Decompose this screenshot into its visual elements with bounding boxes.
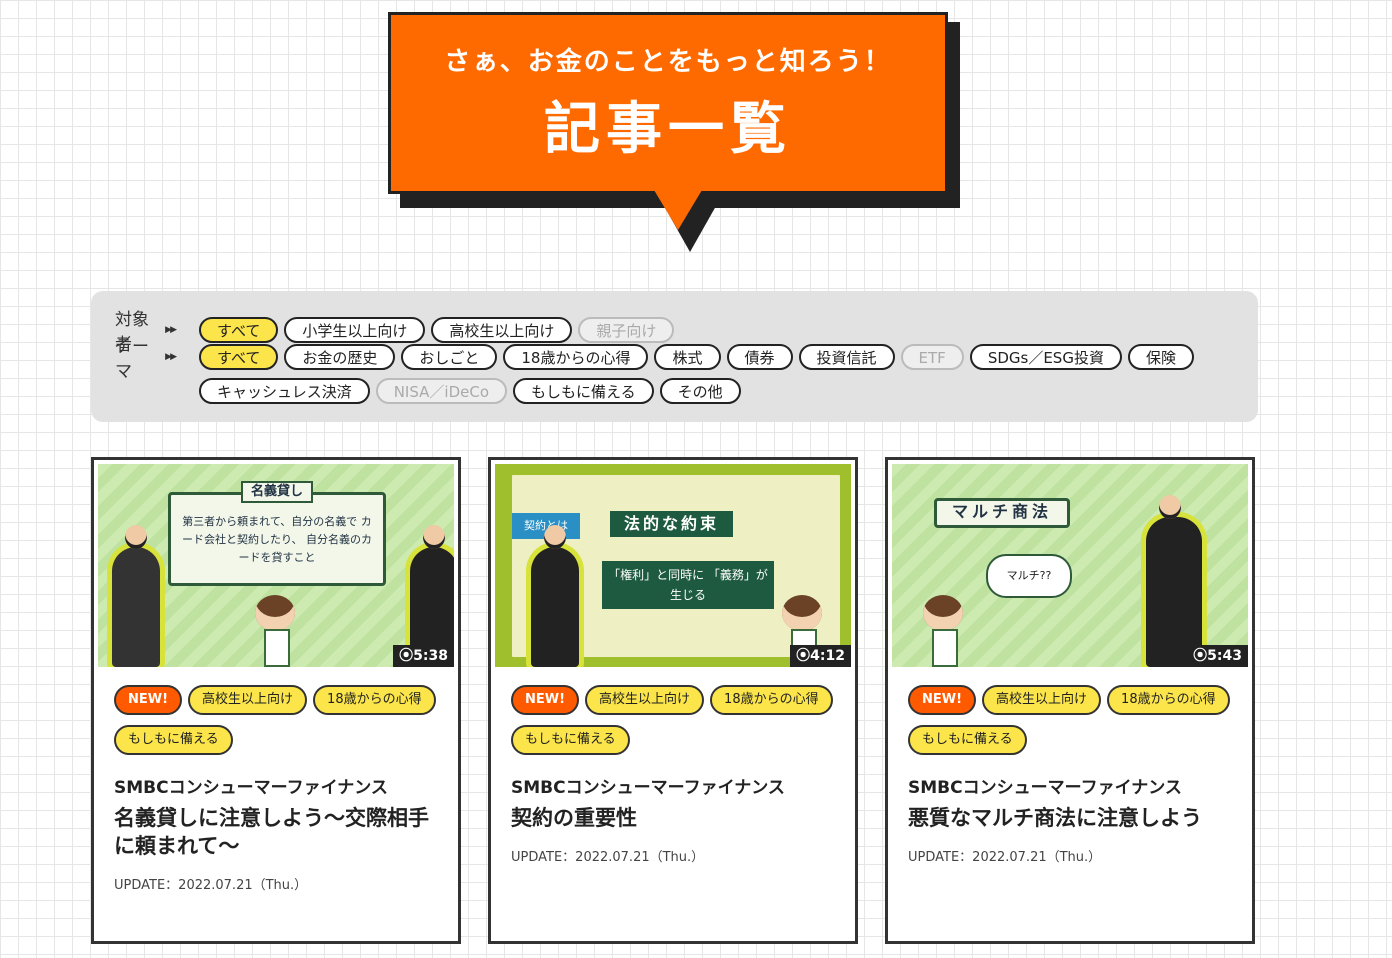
theme-chip-mutual-funds[interactable]: 投資信託: [798, 344, 895, 370]
theme-chip-bonds[interactable]: 債券: [726, 344, 793, 370]
play-circle-icon: ⦿: [399, 648, 414, 664]
article-company: SMBCコンシューマーファイナンス: [908, 778, 1182, 798]
tag-theme[interactable]: 18歳からの心得: [710, 685, 833, 715]
new-badge: NEW!: [114, 685, 183, 715]
board-heading: 名義貸し: [241, 481, 314, 503]
audience-chip-elementary[interactable]: 小学生以上向け: [284, 317, 426, 343]
theme-chip-insurance[interactable]: 保険: [1127, 344, 1194, 370]
filter-panel: 対象者 ▶▶ すべて 小学生以上向け 高校生以上向け 親子向け テーマ ▶▶ す…: [91, 291, 1258, 422]
tag-theme[interactable]: もしもに備える: [908, 725, 1027, 755]
article-company: SMBCコンシューマーファイナンス: [114, 778, 388, 798]
article-card[interactable]: 名義貸し 第三者から頼まれて、自分の名義で カード会社と契約したり、 自分名義の…: [91, 457, 461, 944]
theme-chip-money-history[interactable]: お金の歴史: [284, 344, 396, 370]
video-duration: ⦿4:12: [790, 645, 851, 667]
tag-audience[interactable]: 高校生以上向け: [585, 685, 705, 715]
tag-theme[interactable]: もしもに備える: [114, 725, 233, 755]
theme-chip-all[interactable]: すべて: [199, 344, 279, 370]
article-title[interactable]: 悪質なマルチ商法に注意しよう: [888, 798, 1252, 832]
theme-chip-sdgs-esg[interactable]: SDGs／ESG投資: [969, 344, 1122, 370]
video-duration: ⦿5:43: [1187, 645, 1248, 667]
audience-chip-all[interactable]: すべて: [199, 317, 279, 343]
video-thumbnail[interactable]: マルチ商法 マルチ?? ⦿5:43: [892, 464, 1248, 667]
theme-chip-other[interactable]: その他: [659, 378, 741, 404]
article-update-date: UPDATE：2022.07.21（Thu.）: [511, 850, 705, 865]
tag-audience[interactable]: 高校生以上向け: [982, 685, 1102, 715]
audience-chip-highschool[interactable]: 高校生以上向け: [431, 317, 573, 343]
article-card[interactable]: マルチ商法 マルチ?? ⦿5:43 NEW! 高校生以上向け 18歳からの心得 …: [885, 457, 1255, 944]
video-thumbnail[interactable]: 名義貸し 第三者から頼まれて、自分の名義で カード会社と契約したり、 自分名義の…: [98, 464, 454, 667]
article-update-date: UPDATE：2022.07.21（Thu.）: [114, 878, 308, 893]
theme-label-text: テーマ: [115, 337, 149, 382]
page-header-bubble: さぁ、お金のことをもっと知ろう！ 記事一覧: [388, 12, 960, 252]
theme-filter-label: テーマ ▶▶: [115, 337, 177, 382]
theme-chip-emergency[interactable]: もしもに備える: [513, 378, 654, 404]
article-title[interactable]: 名義貸しに注意しよう〜交際相手に頼まれて〜: [94, 798, 458, 860]
article-tags: NEW! 高校生以上向け 18歳からの心得 もしもに備える: [888, 671, 1252, 755]
header-box: さぁ、お金のことをもっと知ろう！ 記事一覧: [388, 12, 948, 194]
theme-filter-row: テーマ ▶▶ すべて お金の歴史 おしごと 18歳からの心得 株式 債券 投資信…: [115, 337, 1209, 404]
theme-chip-cashless[interactable]: キャッシュレス決済: [199, 378, 370, 404]
theme-chip-age18[interactable]: 18歳からの心得: [503, 344, 649, 370]
new-badge: NEW!: [511, 685, 580, 715]
presenter-woman: [531, 525, 579, 667]
tag-theme[interactable]: 18歳からの心得: [313, 685, 436, 715]
play-circle-icon: ⦿: [1193, 648, 1208, 664]
tag-audience[interactable]: 高校生以上向け: [188, 685, 308, 715]
presenter-woman: [112, 525, 160, 667]
thumbnail-board: 名義貸し 第三者から頼まれて、自分の名義で カード会社と契約したり、 自分名義の…: [168, 481, 386, 586]
article-title[interactable]: 契約の重要性: [491, 798, 855, 832]
page-subtitle: さぁ、お金のことをもっと知ろう！: [444, 47, 892, 77]
play-circle-icon: ⦿: [796, 648, 811, 664]
double-chevron-right-icon: ▶▶: [165, 352, 177, 362]
video-thumbnail[interactable]: 契約とは 法的な約束 「権利」と同時に 「義務」が生じる ⦿4:12: [495, 464, 851, 667]
theme-chip-stocks[interactable]: 株式: [654, 344, 721, 370]
article-tags: NEW! 高校生以上向け 18歳からの心得 もしもに備える: [491, 671, 855, 755]
board-heading: 法的な約束: [610, 511, 734, 537]
board-text: 第三者から頼まれて、自分の名義で カード会社と契約したり、 自分名義のカードを貸…: [181, 515, 373, 564]
theme-chip-etf: ETF: [900, 344, 964, 370]
article-company: SMBCコンシューマーファイナンス: [511, 778, 785, 798]
mascot-girl: [920, 595, 966, 667]
mascot-girl: [252, 595, 298, 667]
board-text: 「権利」と同時に 「義務」が生じる: [602, 561, 774, 609]
video-duration: ⦿5:38: [393, 645, 454, 667]
theme-chip-nisa-ideco: NISA／iDeCo: [375, 378, 508, 404]
thought-bubble: マルチ??: [986, 554, 1072, 598]
page-title: 記事一覧: [544, 97, 792, 162]
article-card[interactable]: 契約とは 法的な約束 「権利」と同時に 「義務」が生じる ⦿4:12 NEW! …: [488, 457, 858, 944]
article-update-date: UPDATE：2022.07.21（Thu.）: [908, 850, 1102, 865]
article-tags: NEW! 高校生以上向け 18歳からの心得 もしもに備える: [94, 671, 458, 755]
double-chevron-right-icon: ▶▶: [165, 325, 177, 335]
new-badge: NEW!: [908, 685, 977, 715]
tag-theme[interactable]: 18歳からの心得: [1107, 685, 1230, 715]
tag-theme[interactable]: もしもに備える: [511, 725, 630, 755]
board-heading: マルチ商法: [934, 498, 1070, 528]
theme-chip-work[interactable]: おしごと: [401, 344, 498, 370]
header-tail: [654, 190, 702, 230]
audience-chip-parent-child: 親子向け: [578, 317, 675, 343]
